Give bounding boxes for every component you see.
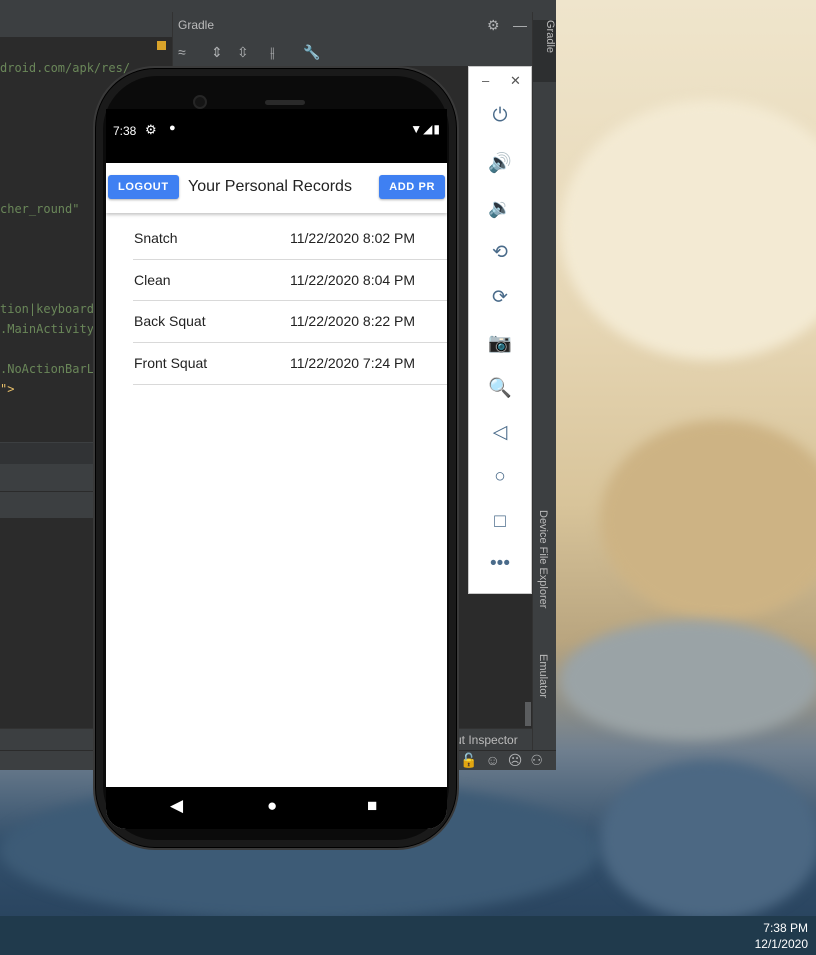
power-icon[interactable]: ⏻ bbox=[469, 105, 531, 127]
gradle-panel-header: Gradle ⚙ — bbox=[172, 12, 532, 38]
tab-gradle[interactable]: Gradle bbox=[533, 20, 556, 82]
ide-toolbar bbox=[0, 0, 556, 12]
notification-dot-icon: ● bbox=[169, 122, 176, 134]
status-time: 7:38 bbox=[113, 124, 137, 138]
battery-icon: ▮ bbox=[433, 122, 441, 136]
code-line: tion|keyboard bbox=[0, 302, 94, 316]
code-line: .NoActionBarL bbox=[0, 362, 94, 376]
settings-icon: ⚙ bbox=[145, 122, 157, 137]
list-item[interactable]: Back Squat 11/22/2020 8:22 PM bbox=[133, 301, 447, 344]
right-tool-strip: Gradle Device File Explorer Emulator bbox=[532, 12, 556, 750]
list-item[interactable]: Snatch 11/22/2020 8:02 PM bbox=[133, 218, 447, 260]
emulator-controls-panel: – ✕ ⏻ 🔊 🔉 ⟲ ⟳ 📷 🔍 ◁ ○ □ ••• bbox=[468, 66, 532, 594]
android-status-bar: 7:38 ⚙ ● ▼◢▮ bbox=[106, 109, 447, 163]
tab-emulator[interactable]: Emulator bbox=[537, 654, 549, 698]
system-indicators: ▼◢▮ bbox=[410, 122, 441, 136]
scrollbar-thumb[interactable] bbox=[525, 702, 531, 726]
earpiece-speaker bbox=[265, 100, 305, 105]
add-pr-button[interactable]: ADD PR bbox=[379, 175, 445, 199]
inspector-icon[interactable]: ⚇ bbox=[530, 752, 551, 768]
volume-down-icon[interactable]: 🔉 bbox=[469, 196, 531, 220]
record-date: 11/22/2020 8:02 PM bbox=[290, 230, 416, 246]
record-date: 11/22/2020 8:04 PM bbox=[290, 271, 416, 288]
record-date: 11/22/2020 7:24 PM bbox=[290, 355, 416, 372]
front-camera bbox=[193, 95, 207, 109]
list-item[interactable]: Front Squat 11/22/2020 7:24 PM bbox=[133, 343, 447, 385]
record-date: 11/22/2020 8:22 PM bbox=[290, 313, 416, 330]
logout-button[interactable]: LOGOUT bbox=[108, 175, 179, 199]
status-icons: 🔓☺☹⚇ bbox=[460, 752, 551, 769]
phone-screen: 7:38 ⚙ ● ▼◢▮ LOGOUT Your Personal Record… bbox=[106, 109, 447, 829]
record-name: Clean bbox=[134, 271, 171, 288]
minimize-icon[interactable]: — bbox=[513, 17, 527, 33]
gear-icon[interactable]: ⚙ bbox=[487, 17, 500, 34]
overview-icon[interactable]: □ bbox=[469, 511, 531, 533]
nav-home-icon[interactable]: ● bbox=[267, 796, 277, 816]
signal-icon: ◢ bbox=[423, 122, 434, 136]
code-line: "> bbox=[0, 382, 15, 396]
code-line: droid.com/apk/res/ bbox=[0, 61, 131, 75]
list-item[interactable]: Clean 11/22/2020 8:04 PM bbox=[133, 260, 447, 302]
back-icon[interactable]: ◁ bbox=[469, 421, 531, 444]
tab-device-file-explorer[interactable]: Device File Explorer bbox=[537, 510, 549, 608]
taskbar-clock[interactable]: 7:38 PM 12/1/2020 bbox=[755, 920, 808, 952]
expand-all-icon[interactable]: ⇕ bbox=[211, 44, 223, 61]
close-icon[interactable]: ✕ bbox=[510, 73, 521, 89]
nav-back-icon[interactable]: ◀ bbox=[170, 796, 183, 816]
camera-icon[interactable]: 📷 bbox=[469, 331, 531, 355]
toggle-offline-icon[interactable]: ⫲ bbox=[270, 44, 275, 61]
happy-face-icon[interactable]: ☺ bbox=[485, 752, 507, 768]
android-nav-bar: ◀ ● ■ bbox=[106, 787, 447, 829]
gradle-panel-title: Gradle bbox=[178, 18, 215, 32]
rotate-right-icon[interactable]: ⟳ bbox=[469, 286, 531, 309]
layout-inspector-tab[interactable]: ut Inspector bbox=[455, 733, 518, 747]
code-line: cher_round" bbox=[0, 202, 80, 216]
taskbar-time: 7:38 PM bbox=[763, 921, 808, 935]
taskbar: 7:38 PM 12/1/2020 bbox=[0, 916, 816, 955]
volume-up-icon[interactable]: 🔊 bbox=[469, 151, 531, 175]
taskbar-date: 12/1/2020 bbox=[754, 937, 808, 951]
record-name: Snatch bbox=[134, 230, 178, 246]
record-name: Front Squat bbox=[134, 355, 208, 372]
wifi-icon: ▼ bbox=[410, 122, 424, 136]
wrench-icon[interactable]: 🔧 bbox=[303, 44, 320, 61]
editor-tab-strip bbox=[0, 12, 172, 38]
sad-face-icon[interactable]: ☹ bbox=[508, 752, 531, 768]
elephant-icon[interactable]: ≈ bbox=[178, 44, 186, 60]
gradle-toolbar: ≈ ⇕ ⇳ ⫲ 🔧 bbox=[172, 38, 532, 66]
code-line: .MainActivity bbox=[0, 322, 94, 336]
rotate-left-icon[interactable]: ⟲ bbox=[469, 241, 531, 264]
more-icon[interactable]: ••• bbox=[469, 553, 531, 575]
home-icon[interactable]: ○ bbox=[469, 466, 531, 488]
nav-recents-icon[interactable]: ■ bbox=[367, 796, 377, 816]
record-name: Back Squat bbox=[134, 313, 206, 330]
minimize-icon[interactable]: – bbox=[482, 73, 489, 88]
app-title: Your Personal Records bbox=[188, 178, 352, 195]
lock-icon[interactable]: 🔓 bbox=[460, 752, 485, 768]
collapse-all-icon[interactable]: ⇳ bbox=[237, 44, 249, 61]
notification-marker bbox=[157, 41, 166, 50]
zoom-icon[interactable]: 🔍 bbox=[469, 376, 531, 400]
records-list: Snatch 11/22/2020 8:02 PM Clean 11/22/20… bbox=[133, 218, 447, 385]
app-bar: LOGOUT Your Personal Records ADD PR bbox=[106, 163, 447, 213]
